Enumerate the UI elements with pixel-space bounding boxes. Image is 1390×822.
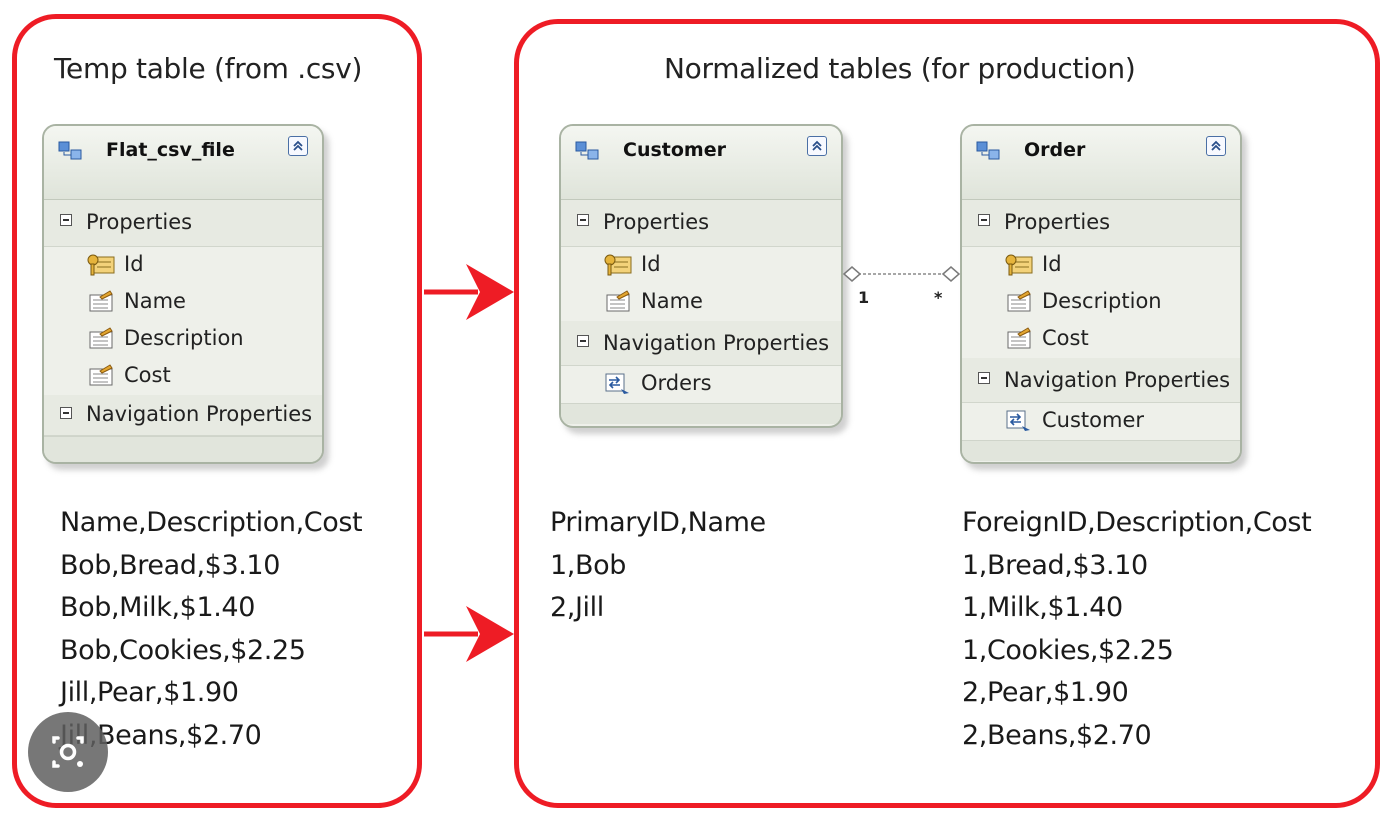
csv-line: 2,Beans,$2.70 <box>962 719 1152 751</box>
lens-icon <box>52 736 84 768</box>
csv-line: 1,Bread,$3.10 <box>962 549 1148 581</box>
csv-line: 1,Cookies,$2.25 <box>962 634 1174 666</box>
csv-line: Bob,Cookies,$2.25 <box>60 634 306 666</box>
csv-line: Bob,Milk,$1.40 <box>60 592 255 623</box>
csv-line: ForeignID,Description,Cost <box>962 507 1312 538</box>
arrow-to-normalized-top <box>424 264 514 320</box>
csv-line: PrimaryID,Name <box>550 507 766 538</box>
csv-line: 1,Milk,$1.40 <box>962 592 1123 623</box>
customer-order-association <box>842 266 961 282</box>
csv-line: 2,Jill <box>550 592 604 623</box>
multiplicity-many-label: * <box>934 288 943 307</box>
csv-line: 2,Pear,$1.90 <box>962 677 1129 708</box>
customer-csv-sample: PrimaryID,Name 1,Bob 2,Jill <box>550 502 766 630</box>
csv-line: Bob,Bread,$3.10 <box>60 549 280 581</box>
csv-line: Name,Description,Cost <box>60 507 363 538</box>
csv-line: 1,Bob <box>550 549 626 581</box>
visual-search-button[interactable] <box>28 712 108 792</box>
multiplicity-one-label: 1 <box>858 288 870 307</box>
arrow-to-normalized-bottom <box>424 606 514 662</box>
csv-line: Jill,Pear,$1.90 <box>60 677 239 708</box>
order-csv-sample: ForeignID,Description,Cost 1,Bread,$3.10… <box>962 502 1312 757</box>
